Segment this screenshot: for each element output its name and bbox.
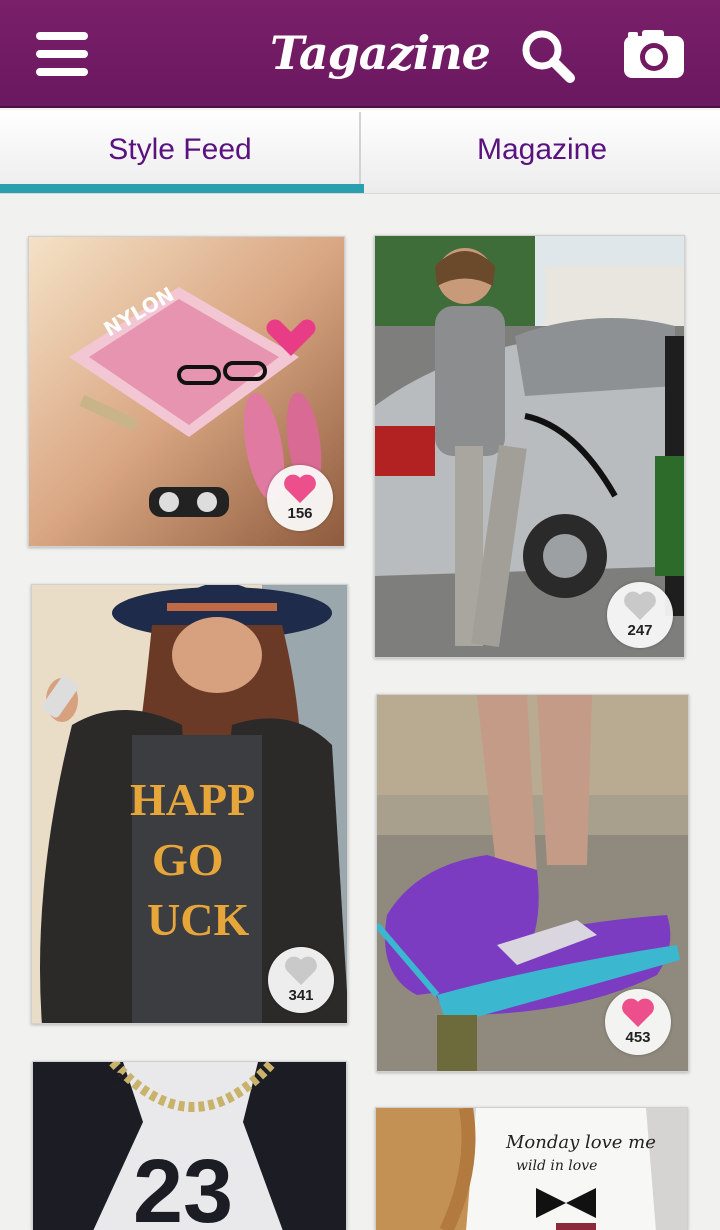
hamburger-menu-icon[interactable] xyxy=(36,30,90,80)
heart-icon xyxy=(622,998,654,1027)
menu-line xyxy=(36,32,88,40)
svg-text:GO: GO xyxy=(152,834,224,885)
like-count: 453 xyxy=(625,1029,651,1046)
feed-item-card[interactable]: 453 xyxy=(376,694,689,1072)
svg-text:wild in love: wild in love xyxy=(516,1158,597,1174)
heart-icon xyxy=(285,956,317,985)
like-count: 341 xyxy=(288,987,314,1004)
tab-divider xyxy=(359,112,361,188)
menu-line xyxy=(36,50,88,58)
app-title: Tagazine xyxy=(270,26,491,80)
tab-style-feed[interactable]: Style Feed xyxy=(0,110,360,190)
app-header: Tagazine xyxy=(0,0,720,108)
svg-text:23: 23 xyxy=(133,1142,233,1230)
camera-icon[interactable] xyxy=(622,26,686,82)
svg-text:Monday love me: Monday love me xyxy=(505,1132,656,1153)
feed-item-card[interactable]: 247 xyxy=(374,235,685,658)
feed-item-card[interactable]: 23 BADD xyxy=(32,1061,347,1230)
tab-magazine[interactable]: Magazine xyxy=(362,110,720,190)
feed-item-card[interactable]: HAPP GO UCK 341 xyxy=(31,584,348,1024)
feed-item-card[interactable]: NYLON 156 xyxy=(28,236,345,547)
like-count: 156 xyxy=(287,505,313,522)
heart-icon xyxy=(284,474,316,503)
search-icon[interactable] xyxy=(516,26,580,86)
svg-text:UCK: UCK xyxy=(147,894,249,945)
feed-item-card[interactable]: Monday love me wild in love xyxy=(375,1107,688,1230)
like-count: 247 xyxy=(627,622,653,639)
svg-text:HAPP: HAPP xyxy=(130,774,255,825)
like-button[interactable]: 341 xyxy=(268,947,334,1013)
feed-photo: Monday love me wild in love xyxy=(376,1108,687,1230)
tab-bar: Style Feed Magazine xyxy=(0,110,720,194)
svg-text:BADD: BADD xyxy=(73,1069,124,1088)
active-tab-indicator xyxy=(0,184,364,193)
like-button[interactable]: 247 xyxy=(607,582,673,648)
like-button[interactable]: 156 xyxy=(267,465,333,531)
heart-icon xyxy=(624,591,656,620)
like-button[interactable]: 453 xyxy=(605,989,671,1055)
menu-line xyxy=(36,68,88,76)
feed-photo: 23 BADD xyxy=(33,1062,346,1230)
